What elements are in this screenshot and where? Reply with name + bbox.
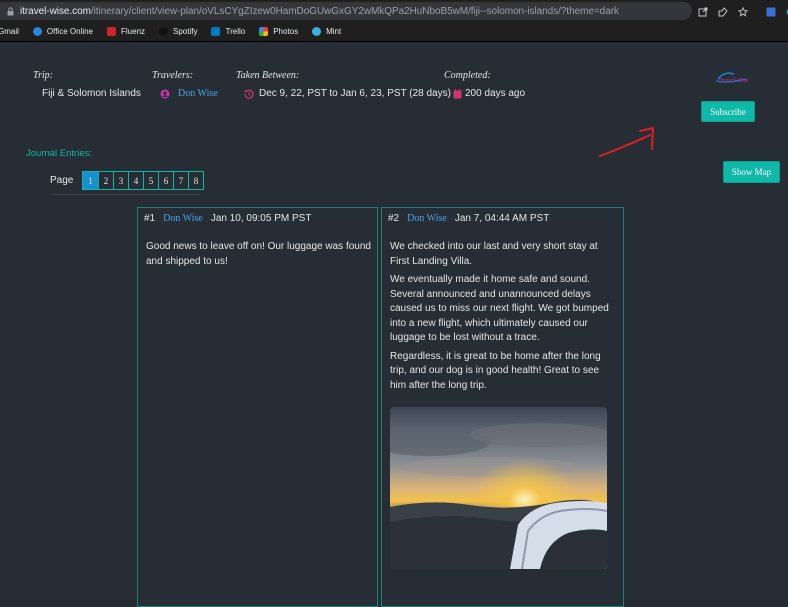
journal-entries-label: Journal Entries: <box>26 148 92 159</box>
address-bar[interactable]: itravel-wise.com/itinerary/client/view-p… <box>0 2 692 20</box>
bookmark-gmail[interactable]: Gmail <box>0 27 19 36</box>
page-button-7[interactable]: 7 <box>173 172 188 189</box>
traveler-item[interactable]: Don Wise <box>160 88 218 99</box>
spotify-icon <box>159 27 168 36</box>
pagination: 1 2 3 4 5 6 7 8 <box>82 171 204 190</box>
page-button-8[interactable]: 8 <box>188 172 203 189</box>
entry-author[interactable]: Don Wise <box>407 213 447 224</box>
show-map-button[interactable]: Show Map <box>723 161 780 183</box>
page-button-6[interactable]: 6 <box>158 172 173 189</box>
url-text: itravel-wise.com/itinerary/client/view-p… <box>20 6 619 17</box>
entry-number: #1 <box>144 213 155 224</box>
airplane-window-sunset-image <box>390 407 607 569</box>
page-button-1[interactable]: 1 <box>83 172 98 189</box>
page-button-3[interactable]: 3 <box>113 172 128 189</box>
bookmark-spotify[interactable]: Spotify <box>159 27 197 36</box>
office-online-icon <box>33 27 42 36</box>
bookmark-fluenz[interactable]: Fluenz <box>107 27 145 36</box>
annotation-arrow <box>596 125 660 161</box>
lock-icon <box>7 7 14 16</box>
page-button-2[interactable]: 2 <box>98 172 113 189</box>
entry-photo[interactable] <box>390 407 607 569</box>
trip-label: Trip: <box>33 70 53 81</box>
page-label: Page <box>50 175 73 186</box>
extension-icon[interactable] <box>718 4 728 14</box>
completed-value: 200 days ago <box>453 88 525 99</box>
journal-entry-card: #2 Don Wise Jan 7, 04:44 AM PST We check… <box>381 207 624 607</box>
share-icon[interactable] <box>698 4 708 14</box>
entry-paragraph: We eventually made it home safe and soun… <box>390 273 612 346</box>
itravel-wise-logo: iTravel-Wise <box>712 70 752 86</box>
entry-body: Good news to leave off on! Our luggage w… <box>146 240 374 273</box>
entry-header: #2 Don Wise Jan 7, 04:44 AM PST <box>388 213 549 224</box>
page-button-5[interactable]: 5 <box>143 172 158 189</box>
entry-header: #1 Don Wise Jan 10, 09:05 PM PST <box>144 213 311 224</box>
entry-body: We checked into our last and very short … <box>390 240 612 397</box>
bookmark-mint[interactable]: Mint <box>312 27 341 36</box>
entry-paragraph: Good news to leave off on! Our luggage w… <box>146 240 374 269</box>
calendar-icon <box>453 89 462 99</box>
entry-date: Jan 10, 09:05 PM PST <box>211 213 312 224</box>
mint-icon <box>312 27 321 36</box>
entry-author[interactable]: Don Wise <box>163 213 203 224</box>
subscribe-button[interactable]: Subscribe <box>701 101 755 122</box>
star-icon[interactable] <box>738 4 748 14</box>
taken-between-value: Dec 9, 22, PST to Jan 6, 23, PST (28 day… <box>244 88 451 99</box>
history-icon <box>244 89 254 99</box>
entry-date: Jan 7, 04:44 AM PST <box>455 213 550 224</box>
entry-number: #2 <box>388 213 399 224</box>
completed-label: Completed: <box>444 70 491 81</box>
traveler-name[interactable]: Don Wise <box>178 88 218 99</box>
pager-divider <box>50 194 200 195</box>
travelers-label: Travelers: <box>152 70 193 81</box>
entry-paragraph: Regardless, it is great to be home after… <box>390 350 612 394</box>
browser-toolbar: itravel-wise.com/itinerary/client/view-p… <box>0 0 788 22</box>
bookmark-photos[interactable]: Photos <box>259 27 298 36</box>
page-button-4[interactable]: 4 <box>128 172 143 189</box>
fluenz-icon <box>107 27 116 36</box>
photos-icon <box>259 27 268 36</box>
entry-paragraph: We checked into our last and very short … <box>390 240 612 269</box>
user-circle-icon <box>160 89 170 99</box>
bookmarks-bar: Gmail Office Online Fluenz Spotify Trell… <box>0 22 788 42</box>
sidebar-icon[interactable] <box>766 4 776 14</box>
taken-between-label: Taken Between: <box>236 70 299 81</box>
journal-entry-card: #1 Don Wise Jan 10, 09:05 PM PST Good ne… <box>137 207 378 607</box>
bookmark-office-online[interactable]: Office Online <box>33 27 93 36</box>
bookmark-trello[interactable]: Trello <box>211 27 245 36</box>
trip-value: Fiji & Solomon Islands <box>42 88 141 99</box>
page-content: Trip: Fiji & Solomon Islands Travelers: … <box>0 43 788 600</box>
svg-text:iTravel-Wise: iTravel-Wise <box>718 78 749 84</box>
trello-icon <box>211 27 220 36</box>
